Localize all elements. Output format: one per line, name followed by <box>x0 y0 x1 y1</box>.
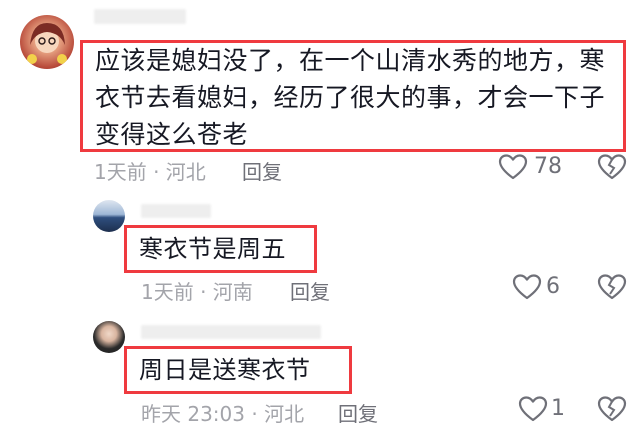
comment-line: 应该是媳妇没了，在一个山清水秀的地方，寒 <box>95 46 606 75</box>
comment-line: 衣节去看媳妇，经历了很大的事，才会一下子 <box>95 83 606 112</box>
comment-meta: 昨天 23:03 · 河北 <box>141 402 305 426</box>
broken-heart-icon[interactable] <box>597 274 627 300</box>
reply-button[interactable]: 回复 <box>290 276 330 305</box>
reply-button[interactable]: 回复 <box>242 156 282 185</box>
username-blurred[interactable] <box>94 9 186 24</box>
heart-outline-icon[interactable] <box>518 396 548 422</box>
like-count: 78 <box>534 154 562 179</box>
heart-outline-icon[interactable] <box>512 274 542 300</box>
avatar[interactable] <box>93 200 125 232</box>
comment-meta: 1天前 · 河北 <box>94 160 206 184</box>
like-count: 6 <box>546 274 560 299</box>
avatar[interactable] <box>93 321 125 353</box>
username-blurred[interactable] <box>141 204 211 218</box>
comment-text: 周日是送寒衣节 <box>139 356 311 384</box>
avatar[interactable] <box>20 15 74 69</box>
broken-heart-icon[interactable] <box>597 396 627 422</box>
comment-text: 应该是媳妇没了，在一个山清水秀的地方，寒 衣节去看媳妇，经历了很大的事，才会一下… <box>95 42 620 153</box>
heart-outline-icon[interactable] <box>498 154 528 180</box>
comment-meta: 1天前 · 河南 <box>141 280 253 304</box>
comment-line: 变得这么苍老 <box>95 120 249 149</box>
comment-text: 寒衣节是周五 <box>139 235 286 263</box>
username-blurred[interactable] <box>141 325 321 339</box>
broken-heart-icon[interactable] <box>597 154 627 180</box>
reply-button[interactable]: 回复 <box>338 398 378 427</box>
like-count: 1 <box>551 396 565 421</box>
